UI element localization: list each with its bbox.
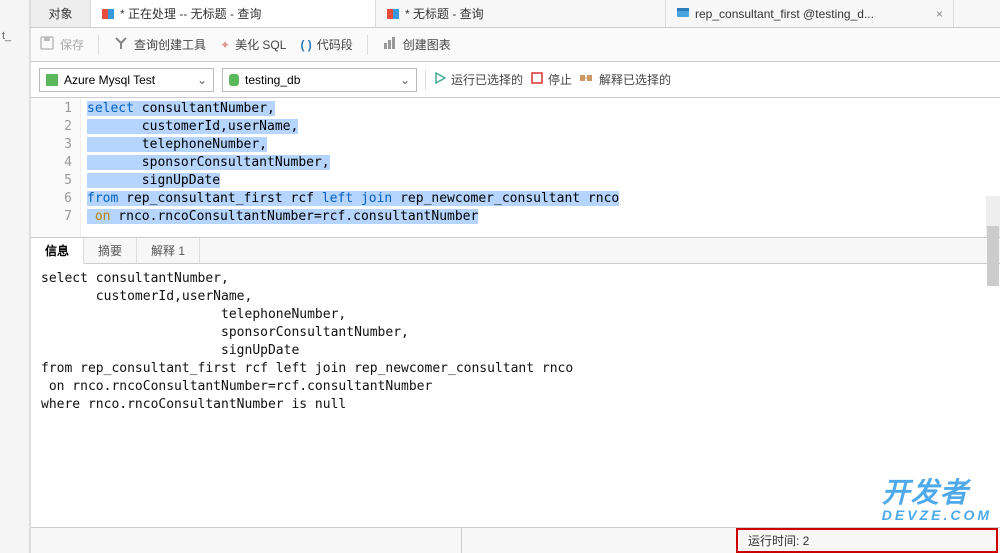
document-tabs: 对象 * 正在处理 -- 无标题 - 查询 * 无标题 - 查询 rep_con…	[31, 0, 1000, 28]
table-icon	[676, 5, 690, 22]
code-text: consultantNumber,	[134, 101, 275, 116]
snippet-label: 代码段	[317, 36, 353, 53]
status-runtime: 运行时间: 2	[736, 528, 998, 553]
chevron-down-icon: ⌄	[400, 73, 410, 87]
toolbar: 保存 查询创建工具 ✦ 美化 SQL ( ) 代码段 创建图表	[31, 28, 1000, 62]
line-number: 5	[31, 172, 72, 190]
left-panel-handle[interactable]: t_	[2, 30, 11, 42]
code-snippet-button[interactable]: ( ) 代码段	[300, 36, 352, 53]
connection-name: Azure Mysql Test	[64, 73, 155, 87]
query-builder-label: 查询创建工具	[134, 36, 206, 53]
close-icon[interactable]: ×	[936, 7, 943, 21]
code-text: signUpDate	[87, 173, 220, 188]
stop-icon	[531, 72, 543, 87]
play-icon	[434, 72, 446, 87]
explain-selected-button[interactable]: 解释已选择的	[580, 71, 671, 88]
line-number: 3	[31, 136, 72, 154]
scrollbar[interactable]	[986, 196, 1000, 237]
watermark-main: 开发者	[882, 477, 969, 508]
beautify-sql-button[interactable]: ✦ 美化 SQL	[220, 36, 286, 53]
tab-label: rep_consultant_first @testing_d...	[695, 7, 874, 21]
tab-objects[interactable]: 对象	[31, 0, 91, 27]
sparkle-icon: ✦	[220, 38, 230, 52]
tab-query-untitled[interactable]: * 无标题 - 查询	[376, 0, 666, 27]
code-text: telephoneNumber,	[87, 137, 267, 152]
query-icon	[101, 7, 115, 21]
stop-label: 停止	[548, 71, 572, 88]
status-bar: 运行时间: 2	[31, 527, 1000, 553]
chart-label: 创建图表	[403, 36, 451, 53]
line-number: 4	[31, 154, 72, 172]
keyword: from	[87, 191, 118, 206]
explain-icon	[580, 72, 594, 87]
keyword: on	[87, 209, 110, 224]
tab-label: * 正在处理 -- 无标题 - 查询	[120, 5, 261, 22]
stop-button[interactable]: 停止	[531, 71, 572, 88]
connection-dropdown[interactable]: Azure Mysql Test ⌄	[39, 68, 214, 92]
result-tab-info[interactable]: 信息	[31, 238, 84, 264]
line-number: 7	[31, 208, 72, 226]
tab-query-running[interactable]: * 正在处理 -- 无标题 - 查询	[91, 0, 376, 27]
sql-editor[interactable]: 1 2 3 4 5 6 7 select consultantNumber, c…	[31, 98, 1000, 238]
database-name: testing_db	[245, 73, 300, 87]
code-text: sponsorConsultantNumber,	[87, 155, 330, 170]
runtime-label: 运行时间: 2	[748, 532, 809, 549]
connection-bar: Azure Mysql Test ⌄ testing_db ⌄ 运行已选择的 停…	[31, 62, 1000, 98]
line-number: 6	[31, 190, 72, 208]
run-label: 运行已选择的	[451, 71, 523, 88]
run-selected-button[interactable]: 运行已选择的	[434, 71, 523, 88]
parentheses-icon: ( )	[300, 38, 311, 52]
query-builder-button[interactable]: 查询创建工具	[113, 35, 206, 54]
result-tabs: 信息 摘要 解释 1	[31, 238, 1000, 264]
tab-label: 对象	[48, 5, 72, 22]
status-segment	[461, 528, 736, 553]
connection-status-icon	[46, 74, 58, 86]
chart-icon	[382, 35, 398, 54]
tab-label: * 无标题 - 查询	[405, 5, 484, 22]
keyword: select	[87, 101, 134, 116]
separator	[98, 35, 99, 55]
code-text: customerId,userName,	[87, 119, 298, 134]
save-icon	[39, 35, 55, 54]
status-segment	[31, 528, 461, 553]
line-number: 2	[31, 118, 72, 136]
save-label: 保存	[60, 36, 84, 53]
line-gutter: 1 2 3 4 5 6 7	[31, 98, 81, 237]
watermark: 开发者 DEVZE.COM	[882, 471, 992, 523]
message-panel[interactable]: select consultantNumber, customerId,user…	[31, 264, 1000, 527]
query-icon	[386, 7, 400, 21]
save-button[interactable]: 保存	[39, 35, 84, 54]
tab-table-rep-consultant[interactable]: rep_consultant_first @testing_d... ×	[666, 0, 954, 27]
separator	[425, 70, 426, 90]
explain-label: 解释已选择的	[599, 71, 671, 88]
line-number: 1	[31, 100, 72, 118]
beautify-label: 美化 SQL	[235, 36, 286, 53]
database-icon	[229, 74, 239, 86]
chevron-down-icon: ⌄	[197, 73, 207, 87]
code-text: rnco.rncoConsultantNumber=rcf.consultant…	[110, 209, 478, 224]
code-text: rep_consultant_first rcf	[118, 191, 322, 206]
tools-icon	[113, 35, 129, 54]
keyword: left join	[322, 191, 392, 206]
code-area[interactable]: select consultantNumber, customerId,user…	[81, 98, 1000, 237]
result-tab-explain[interactable]: 解释 1	[137, 238, 200, 263]
database-dropdown[interactable]: testing_db ⌄	[222, 68, 417, 92]
code-text: rep_newcomer_consultant rnco	[392, 191, 619, 206]
create-chart-button[interactable]: 创建图表	[382, 35, 451, 54]
watermark-sub: DEVZE.COM	[882, 507, 992, 523]
separator	[367, 35, 368, 55]
result-tab-summary[interactable]: 摘要	[84, 238, 137, 263]
